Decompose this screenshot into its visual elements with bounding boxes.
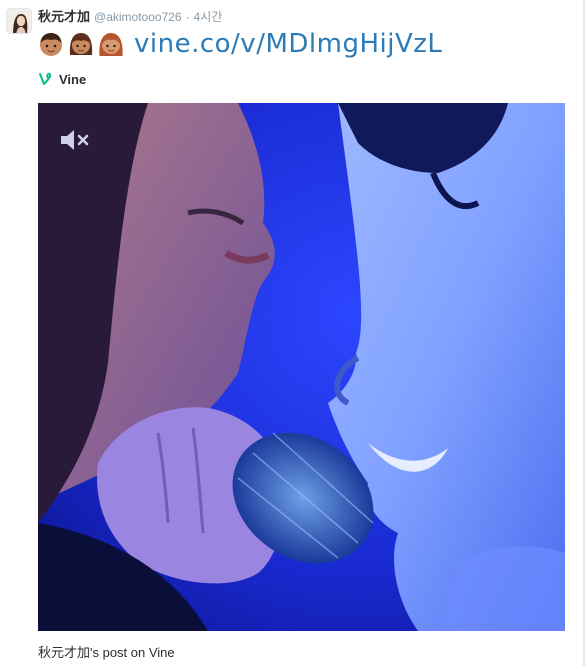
boy-emoji-icon [40,33,62,56]
tweet-container: 秋元才加 @akimotooo726 · 4시간 vine.co/v/MDlmg… [0,0,585,666]
card-source[interactable]: Vine [38,70,86,88]
tweet-timestamp[interactable]: 4시간 [194,8,223,25]
vine-logo-icon [39,72,52,85]
mute-icon[interactable] [58,125,94,155]
display-name[interactable]: 秋元才加 [38,6,90,25]
vine-link[interactable]: vine.co/v/MDlmgHijVzL [134,29,442,59]
girl-emoji-icon [69,33,93,55]
header-separator: · [185,10,190,24]
user-handle[interactable]: @akimotooo726 [94,10,182,24]
video-player[interactable] [38,103,565,631]
woman-emoji-icon [99,33,123,56]
avatar[interactable] [6,8,32,34]
card-source-label: Vine [59,71,87,87]
card-title[interactable]: 秋元才加's post on Vine [38,642,175,661]
avatar-image [7,9,31,33]
tweet-text: vine.co/v/MDlmgHijVzL [38,28,442,60]
video-frame [38,103,565,631]
tweet-header: 秋元才加 @akimotooo726 · 4시간 [38,6,222,24]
